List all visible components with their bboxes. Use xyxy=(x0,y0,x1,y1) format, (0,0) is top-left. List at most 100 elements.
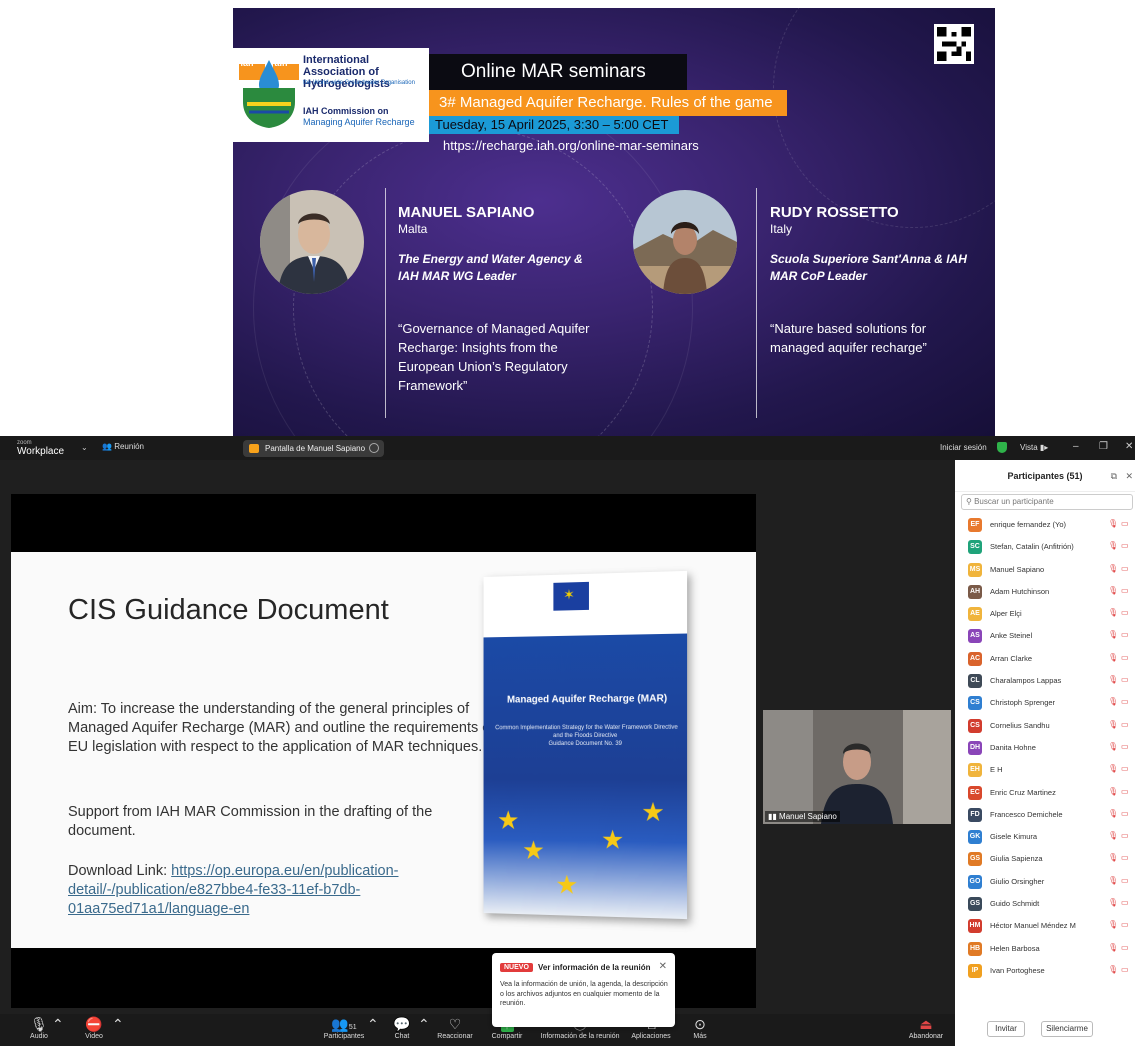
close-button[interactable]: ✕ xyxy=(1125,441,1133,452)
participant-row[interactable]: AE Alper Elçi 🎙 ▭ xyxy=(955,603,1135,625)
chat-options-caret[interactable]: ⌃ xyxy=(418,1016,430,1033)
participant-row[interactable]: MS Manuel Sapiano 🎙 ▭ xyxy=(955,559,1135,581)
avatar: DH xyxy=(968,740,982,755)
mic-muted-icon: 🎙 xyxy=(1108,808,1119,818)
security-shield-icon[interactable] xyxy=(997,442,1007,453)
participant-row[interactable]: HB Helen Barbosa 🎙 ▭ xyxy=(955,938,1135,960)
logo-iah-text: iah xyxy=(240,58,254,68)
participant-row[interactable]: GS Giulia Sapienza 🎙 ▭ xyxy=(955,848,1135,870)
avatar: CS xyxy=(968,718,982,733)
minimize-button[interactable]: – xyxy=(1073,441,1079,452)
letterbox-top xyxy=(11,494,756,552)
search-icon: ⚲ xyxy=(966,497,975,506)
star-icon: ★ xyxy=(641,796,665,828)
speaker-photo-sapiano xyxy=(260,190,364,294)
video-off-icon: ▭ xyxy=(1121,697,1129,707)
avatar: GO xyxy=(968,874,982,889)
video-off-icon: ⛔ xyxy=(85,1016,103,1032)
react-button[interactable]: ♡ Reaccionar xyxy=(436,1016,474,1040)
participant-name: Helen Barbosa xyxy=(990,943,1040,953)
zoom-workplace-logo[interactable]: zoom Workplace xyxy=(17,439,64,457)
avatar: EH xyxy=(968,763,982,778)
audio-button[interactable]: 🎙 Audio xyxy=(27,1016,51,1040)
participant-row[interactable]: CS Cornelius Sandhu 🎙 ▭ xyxy=(955,715,1135,737)
mic-muted-icon: 🎙 xyxy=(1108,630,1119,640)
video-off-icon: ▭ xyxy=(1121,675,1129,685)
avatar: EC xyxy=(968,785,982,800)
invite-button[interactable]: Invitar xyxy=(987,1021,1025,1037)
mute-all-button[interactable]: Silenciarme xyxy=(1041,1021,1093,1037)
view-menu[interactable]: Vista ▮▸ xyxy=(1020,443,1048,452)
participant-row[interactable]: CL Charalampos Lappas 🎙 ▭ xyxy=(955,670,1135,692)
star-icon: ★ xyxy=(522,835,545,866)
avatar: CS xyxy=(968,696,982,711)
meeting-info-popup[interactable]: NUEVO Ver información de la reunión ✕ Ve… xyxy=(492,953,675,1027)
meeting-toolbar: 🎙 Audio ⌃ ⛔ Video ⌃ 👥51 Participantes ⌃ 💬 Ch… xyxy=(0,1014,955,1046)
participant-row[interactable]: GS Guido Schmidt 🎙 ▭ xyxy=(955,893,1135,915)
participant-row[interactable]: GK Gisele Kimura 🎙 ▭ xyxy=(955,826,1135,848)
more-button[interactable]: ⊙ Más xyxy=(690,1016,710,1040)
participant-row[interactable]: IP Ivan Portoghese 🎙 ▭ xyxy=(955,960,1135,982)
view-grid-icon: ▮▸ xyxy=(1039,443,1049,452)
chevron-down-icon[interactable]: ⌄ xyxy=(81,443,88,452)
shared-slide: CIS Guidance Document Aim: To increase t… xyxy=(11,552,756,948)
participant-row[interactable]: EC Enric Cruz Martinez 🎙 ▭ xyxy=(955,782,1135,804)
avatar: EF xyxy=(968,518,982,532)
popup-close-button[interactable]: ✕ xyxy=(659,961,667,972)
mic-muted-icon: 🎙 xyxy=(1108,585,1119,595)
participant-row[interactable]: GO Giulio Orsingher 🎙 ▭ xyxy=(955,871,1135,893)
close-icon[interactable]: ✕ xyxy=(1125,460,1133,492)
participants-options-caret[interactable]: ⌃ xyxy=(367,1016,379,1033)
seminar-banner: iah aih International Association of Hyd… xyxy=(233,8,995,436)
leave-button[interactable]: ⏏ Abandonar xyxy=(905,1016,947,1040)
pop-out-icon[interactable]: ⧉ xyxy=(1111,460,1117,492)
participant-row[interactable]: SC Stefan, Catalin (Anfitrión) 🎙 ▭ xyxy=(955,536,1135,558)
apps-label: Aplicaciones xyxy=(631,1033,671,1040)
participant-row[interactable]: HM Héctor Manuel Méndez M 🎙 ▭ xyxy=(955,915,1135,937)
popup-title: Ver información de la reunión xyxy=(538,963,651,972)
participant-row[interactable]: FD Francesco Demichele 🎙 ▭ xyxy=(955,804,1135,826)
participant-row[interactable]: EH E H 🎙 ▭ xyxy=(955,759,1135,781)
participant-row[interactable]: AC Arran Clarke 🎙 ▭ xyxy=(955,648,1135,670)
audio-options-caret[interactable]: ⌃ xyxy=(52,1016,64,1033)
video-button[interactable]: ⛔ Video xyxy=(82,1016,106,1040)
avatar: HM xyxy=(968,919,982,934)
participant-name: Giulia Sapienza xyxy=(990,854,1043,864)
seminar-date: Tuesday, 15 April 2025, 3:30 – 5:00 CET xyxy=(429,116,679,134)
video-label: Video xyxy=(85,1033,103,1040)
leave-icon: ⏏ xyxy=(919,1016,933,1032)
screen-share-tab[interactable]: Pantalla de Manuel Sapiano xyxy=(243,440,384,457)
participant-row[interactable]: DH Danita Hohne 🎙 ▭ xyxy=(955,737,1135,759)
speaker-country-2: Italy xyxy=(770,222,793,236)
mic-muted-icon: 🎙 xyxy=(1108,942,1119,952)
chat-button[interactable]: 💬 Chat xyxy=(390,1016,414,1040)
sign-in-link[interactable]: Iniciar sesión xyxy=(940,443,987,452)
avatar: IP xyxy=(968,963,982,978)
participant-row[interactable]: AS Anke Steinel 🎙 ▭ xyxy=(955,625,1135,647)
participant-search-input[interactable]: ⚲ Buscar un participante xyxy=(961,494,1133,510)
slide-aim: Aim: To increase the understanding of th… xyxy=(68,701,495,755)
video-off-icon: ▭ xyxy=(1121,585,1129,595)
video-options-caret[interactable]: ⌃ xyxy=(112,1016,124,1033)
participant-name: enrique fernandez (Yo) xyxy=(990,520,1067,529)
avatar: MS xyxy=(968,562,982,577)
iah-emblem-icon xyxy=(239,60,299,128)
zoom-out-icon[interactable] xyxy=(369,443,379,453)
participant-row[interactable]: EF enrique fernandez (Yo) 🎙 ▭ xyxy=(955,514,1135,536)
speaker-photo-rossetto xyxy=(633,190,737,294)
meeting-menu[interactable]: 👥 Reunión xyxy=(102,442,144,451)
participants-icon: 👥51 xyxy=(331,1016,357,1032)
panel-title: Participantes (51) xyxy=(1007,471,1083,481)
participant-name: Stefan, Catalin (Anfitrión) xyxy=(990,542,1074,552)
participants-button[interactable]: 👥51 Participantes xyxy=(318,1016,370,1040)
avatar: AC xyxy=(968,651,982,666)
participants-label: Participantes xyxy=(323,1033,365,1040)
participant-row[interactable]: CS Christoph Sprenger 🎙 ▭ xyxy=(955,692,1135,714)
participant-name: Manuel Sapiano xyxy=(990,564,1045,574)
participant-row[interactable]: AH Adam Hutchinson 🎙 ▭ xyxy=(955,581,1135,603)
screenshot-root: iah aih International Association of Hyd… xyxy=(0,0,1135,1046)
mic-muted-icon: 🎙 xyxy=(1108,764,1119,774)
mic-muted-icon: 🎙 xyxy=(1108,920,1119,930)
restore-button[interactable]: ❐ xyxy=(1099,441,1108,452)
speaker-video-tile[interactable]: ▮▮ Manuel Sapiano xyxy=(763,710,951,824)
